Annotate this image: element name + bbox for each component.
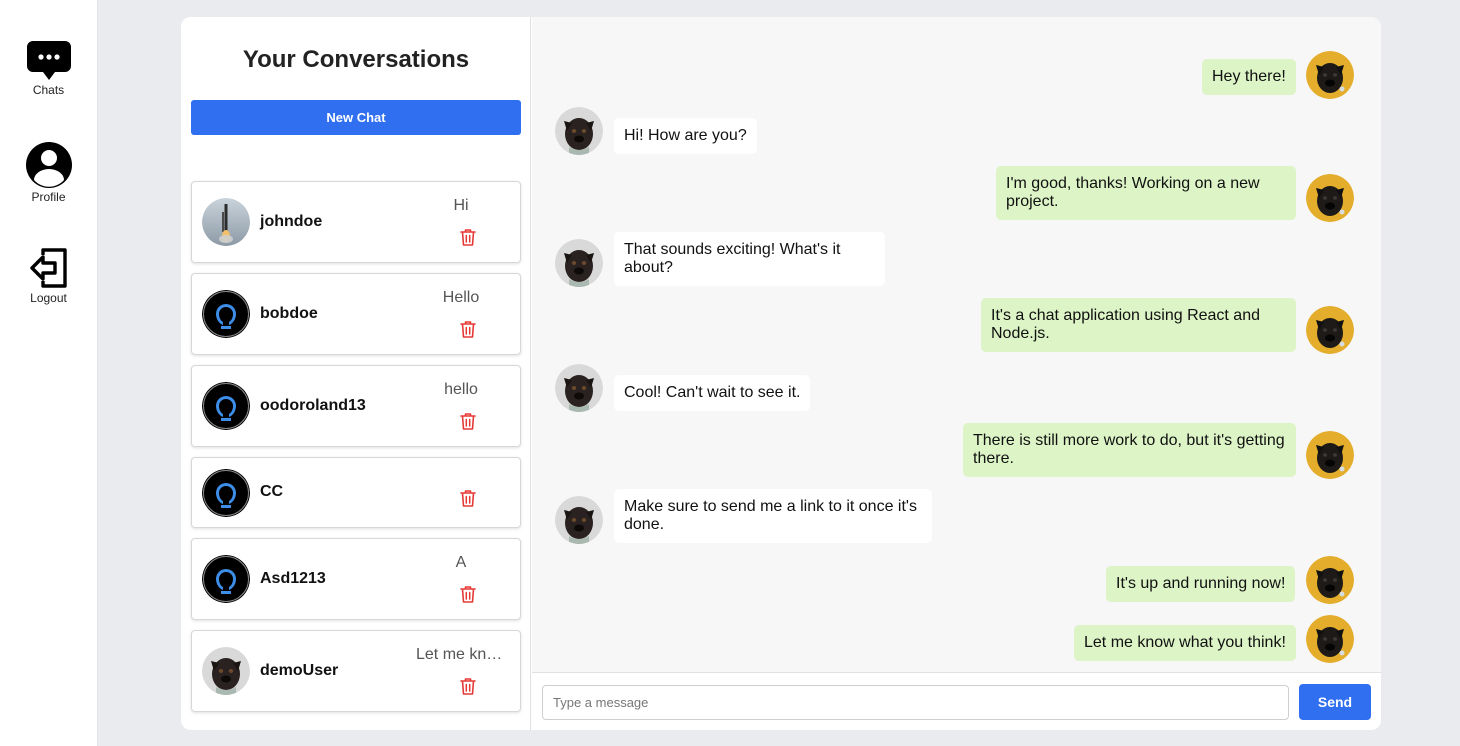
left-nav: Chats Profile Logout bbox=[0, 0, 98, 746]
conversations-title: Your Conversations bbox=[242, 46, 470, 73]
my-avatar bbox=[1306, 431, 1354, 479]
message-thread: Hey there! Hi! How are you? I'm good, th… bbox=[532, 17, 1381, 730]
send-button[interactable]: Send bbox=[1299, 684, 1371, 720]
rocket-avatar bbox=[202, 198, 250, 246]
nav-logout[interactable]: Logout bbox=[0, 247, 97, 305]
trash-icon[interactable] bbox=[459, 411, 477, 431]
nav-profile[interactable]: Profile bbox=[0, 142, 97, 204]
conversation-name: demoUser bbox=[260, 662, 339, 679]
conversations-panel: Your Conversations New Chat johndoe Hi b… bbox=[181, 17, 531, 730]
message-outgoing: Hey there! bbox=[1202, 59, 1296, 95]
conversation-last-message: hello bbox=[444, 381, 478, 398]
conversation-name: bobdoe bbox=[260, 305, 318, 322]
chat-card: Your Conversations New Chat johndoe Hi b… bbox=[181, 17, 1381, 730]
message-outgoing: I'm good, thanks! Working on a new proje… bbox=[996, 166, 1296, 220]
message-outgoing: There is still more work to do, but it's… bbox=[963, 423, 1296, 477]
trash-icon[interactable] bbox=[459, 676, 477, 696]
default-avatar bbox=[202, 382, 250, 430]
message-incoming: Cool! Can't wait to see it. bbox=[614, 375, 811, 411]
contact-avatar bbox=[555, 107, 603, 155]
my-avatar bbox=[1306, 174, 1354, 222]
conversation-item-demouser[interactable]: demoUser Let me know what you think! bbox=[191, 630, 521, 712]
trash-icon[interactable] bbox=[459, 227, 477, 247]
conversation-item-oodoroland13[interactable]: oodoroland13 hello bbox=[191, 365, 521, 447]
conversation-item-asd1213[interactable]: Asd1213 A bbox=[191, 538, 521, 620]
nav-logout-label: Logout bbox=[30, 291, 67, 305]
message-incoming: Make sure to send me a link to it once i… bbox=[614, 489, 932, 543]
logout-icon bbox=[29, 248, 67, 288]
contact-avatar bbox=[555, 239, 603, 287]
my-avatar bbox=[1306, 556, 1354, 604]
contact-avatar bbox=[555, 496, 603, 544]
trash-icon[interactable] bbox=[459, 584, 477, 604]
my-avatar bbox=[1306, 615, 1354, 663]
conversation-name: oodoroland13 bbox=[260, 397, 366, 414]
new-chat-button[interactable]: New Chat bbox=[191, 100, 521, 135]
my-avatar bbox=[1306, 51, 1354, 99]
message-outgoing: It's a chat application using React and … bbox=[981, 298, 1296, 352]
message-input[interactable] bbox=[542, 685, 1289, 720]
default-avatar bbox=[202, 469, 250, 517]
user-circle-icon bbox=[25, 142, 72, 188]
nav-chats-label: Chats bbox=[32, 83, 65, 97]
conversation-last-message: Let me know what you think! bbox=[416, 646, 506, 663]
message-outgoing: It's up and running now! bbox=[1106, 566, 1296, 602]
trash-icon[interactable] bbox=[459, 319, 477, 339]
message-incoming: That sounds exciting! What's it about? bbox=[614, 232, 885, 286]
trash-icon[interactable] bbox=[459, 488, 477, 508]
conversation-name: CC bbox=[260, 483, 284, 500]
my-avatar bbox=[1306, 306, 1354, 354]
nav-chats[interactable]: Chats bbox=[0, 40, 97, 97]
conversation-name: Asd1213 bbox=[260, 570, 326, 587]
conversation-last-message: Hi bbox=[453, 197, 469, 214]
conversation-name: johndoe bbox=[260, 213, 323, 230]
conversation-item-bobdoe[interactable]: bobdoe Hello bbox=[191, 273, 521, 355]
conversation-item-johndoe[interactable]: johndoe Hi bbox=[191, 181, 521, 263]
pug-avatar bbox=[202, 647, 250, 695]
default-avatar bbox=[202, 555, 250, 603]
message-composer: Send bbox=[532, 672, 1381, 730]
conversation-last-message: A bbox=[455, 554, 467, 571]
nav-profile-label: Profile bbox=[31, 190, 66, 204]
default-avatar bbox=[202, 290, 250, 338]
contact-avatar bbox=[555, 364, 603, 412]
conversation-last-message: Hello bbox=[442, 289, 480, 306]
conversation-item-cc[interactable]: CC bbox=[191, 457, 521, 528]
chat-bubble-icon bbox=[26, 41, 71, 80]
message-incoming: Hi! How are you? bbox=[614, 118, 757, 154]
message-outgoing: Let me know what you think! bbox=[1074, 625, 1296, 661]
